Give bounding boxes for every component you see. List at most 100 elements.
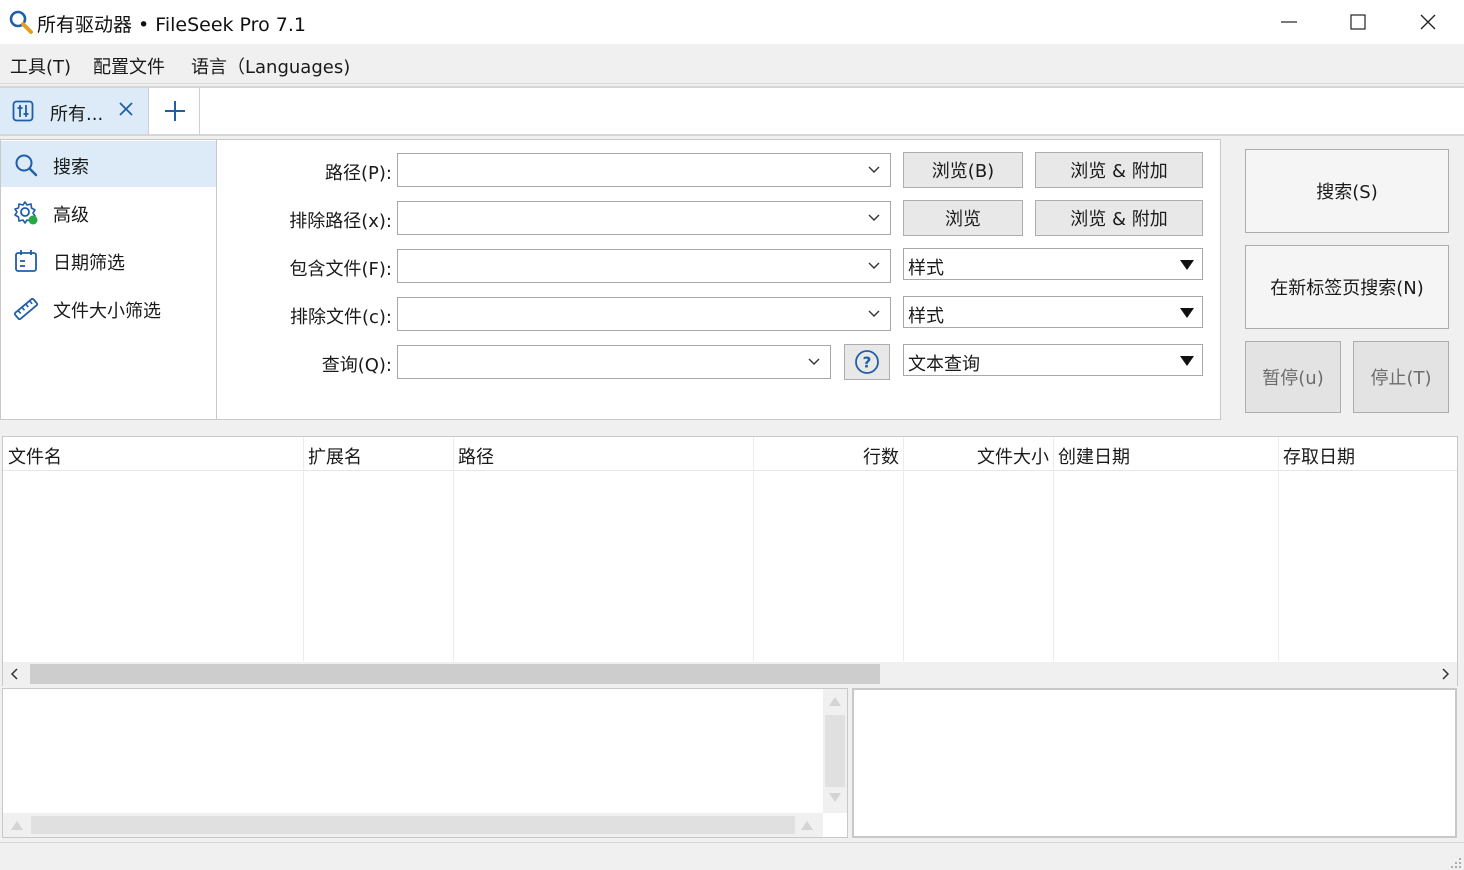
window-title: 所有驱动器 • FileSeek Pro 7.1 (37, 14, 306, 36)
status-bar (0, 842, 1464, 870)
ruler-icon (13, 296, 39, 322)
sidebar-item-search[interactable]: 搜索 (1, 141, 216, 187)
query-combo[interactable] (397, 345, 831, 379)
sidebar-item-label: 日期筛选 (53, 253, 125, 274)
include-files-label: 包含文件(F): (289, 259, 392, 280)
scrollbar-thumb[interactable] (31, 816, 795, 834)
path-label: 路径(P): (325, 163, 392, 184)
column-header-filename[interactable]: 文件名 (8, 443, 62, 469)
resize-grip-icon[interactable] (1448, 855, 1462, 869)
chevron-down-icon (868, 166, 880, 173)
column-header-size[interactable]: 文件大小 (903, 443, 1049, 469)
sidebar-item-advanced[interactable]: 高级 (1, 189, 216, 235)
scroll-right-icon[interactable] (801, 821, 813, 830)
scroll-up-icon[interactable] (829, 697, 841, 706)
scrollbar-thumb[interactable] (825, 715, 845, 787)
browse-append-exclude-button[interactable]: 浏览 & 附加 (1035, 200, 1203, 236)
column-header-accessed[interactable]: 存取日期 (1283, 443, 1355, 469)
column-divider (903, 437, 904, 661)
chevron-down-icon (868, 262, 880, 269)
browse-button[interactable]: 浏览(B) (903, 152, 1023, 188)
include-mode-select[interactable]: 样式 (903, 248, 1203, 280)
tab-label: 所有... (50, 104, 104, 125)
minimize-button[interactable] (1254, 0, 1324, 44)
sliders-icon (12, 100, 34, 122)
query-label: 查询(Q): (321, 355, 392, 376)
exclude-mode-value: 样式 (908, 306, 944, 327)
menu-profiles[interactable]: 配置文件 (93, 53, 165, 79)
table-header: 文件名 扩展名 路径 行数 文件大小 创建日期 存取日期 (3, 437, 1457, 471)
title-bar: 所有驱动器 • FileSeek Pro 7.1 (0, 0, 1464, 44)
plus-icon (165, 101, 185, 121)
column-divider (1053, 437, 1054, 661)
tab-close-icon[interactable] (116, 99, 136, 121)
close-button[interactable] (1393, 0, 1463, 44)
maximize-button[interactable] (1323, 0, 1393, 44)
menu-bar: 工具(T) 配置文件 语言（Languages) (0, 44, 1464, 84)
query-help-button[interactable]: ? (844, 344, 890, 380)
path-combo[interactable] (397, 153, 891, 187)
sidebar-item-date-filter[interactable]: 日期筛选 (1, 237, 216, 283)
maximize-icon (1350, 14, 1366, 30)
chevron-down-icon (868, 310, 880, 317)
chevron-right-icon[interactable] (1439, 668, 1451, 680)
chevron-left-icon[interactable] (9, 668, 21, 680)
preview-vertical-scrollbar[interactable] (823, 689, 847, 813)
column-header-lines[interactable]: 行数 (753, 443, 899, 469)
chevron-down-icon (868, 214, 880, 221)
details-pane[interactable] (852, 688, 1457, 838)
search-new-tab-button[interactable]: 在新标签页搜索(N) (1245, 245, 1449, 329)
magnifier-app-icon (8, 9, 34, 35)
browse-append-button[interactable]: 浏览 & 附加 (1035, 152, 1203, 188)
include-files-combo[interactable] (397, 249, 891, 283)
dropdown-arrow-icon (1180, 260, 1194, 270)
minimize-icon (1281, 21, 1297, 23)
column-header-path[interactable]: 路径 (458, 443, 494, 469)
column-divider (303, 437, 304, 661)
exclude-path-combo[interactable] (397, 201, 891, 235)
dropdown-arrow-icon (1180, 308, 1194, 318)
query-mode-select[interactable]: 文本查询 (903, 344, 1203, 376)
include-mode-value: 样式 (908, 258, 944, 279)
results-horizontal-scrollbar[interactable] (3, 662, 1457, 686)
sidebar-item-label: 文件大小筛选 (53, 301, 161, 322)
gear-icon (13, 200, 39, 226)
dropdown-arrow-icon (1180, 356, 1194, 366)
query-mode-value: 文本查询 (908, 354, 980, 375)
scrollbar-thumb[interactable] (30, 664, 880, 684)
menu-tools[interactable]: 工具(T) (10, 53, 71, 79)
preview-pane[interactable] (2, 688, 848, 838)
exclude-files-combo[interactable] (397, 297, 891, 331)
sidebar-item-label: 高级 (53, 205, 89, 226)
column-divider (1278, 437, 1279, 661)
tab-all-drives[interactable]: 所有... (0, 88, 149, 134)
exclude-path-label: 排除路径(x): (289, 211, 392, 232)
preview-horizontal-scrollbar[interactable] (3, 813, 823, 837)
menu-languages[interactable]: 语言（Languages) (191, 53, 350, 79)
stop-button[interactable]: 停止(T) (1353, 341, 1449, 413)
column-divider (753, 437, 754, 661)
scroll-down-icon[interactable] (829, 793, 841, 802)
exclude-files-label: 排除文件(c): (289, 307, 392, 328)
results-table: 文件名 扩展名 路径 行数 文件大小 创建日期 存取日期 (2, 436, 1458, 686)
sidebar-item-label: 搜索 (53, 157, 89, 178)
tab-strip: 所有... (0, 86, 1464, 136)
svg-text:?: ? (863, 354, 872, 372)
sidebar-item-size-filter[interactable]: 文件大小筛选 (1, 285, 216, 331)
side-nav: 搜索 高级 日期筛选 文件大小筛选 (0, 139, 217, 420)
browse-exclude-button[interactable]: 浏览 (903, 200, 1023, 236)
pause-button[interactable]: 暂停(u) (1245, 341, 1341, 413)
column-divider (453, 437, 454, 661)
search-form: 路径(P): 浏览(B) 浏览 & 附加 排除路径(x): 浏览 浏览 & 附加… (216, 139, 1221, 420)
column-header-created[interactable]: 创建日期 (1058, 443, 1130, 469)
new-tab-button[interactable] (150, 88, 200, 134)
column-header-extension[interactable]: 扩展名 (308, 443, 362, 469)
close-icon (1420, 14, 1436, 30)
search-icon (13, 152, 39, 178)
help-circle-icon: ? (855, 350, 879, 374)
scroll-left-icon[interactable] (11, 821, 23, 830)
chevron-down-icon (808, 358, 820, 365)
calendar-icon (13, 248, 39, 274)
search-button[interactable]: 搜索(S) (1245, 149, 1449, 233)
exclude-mode-select[interactable]: 样式 (903, 296, 1203, 328)
